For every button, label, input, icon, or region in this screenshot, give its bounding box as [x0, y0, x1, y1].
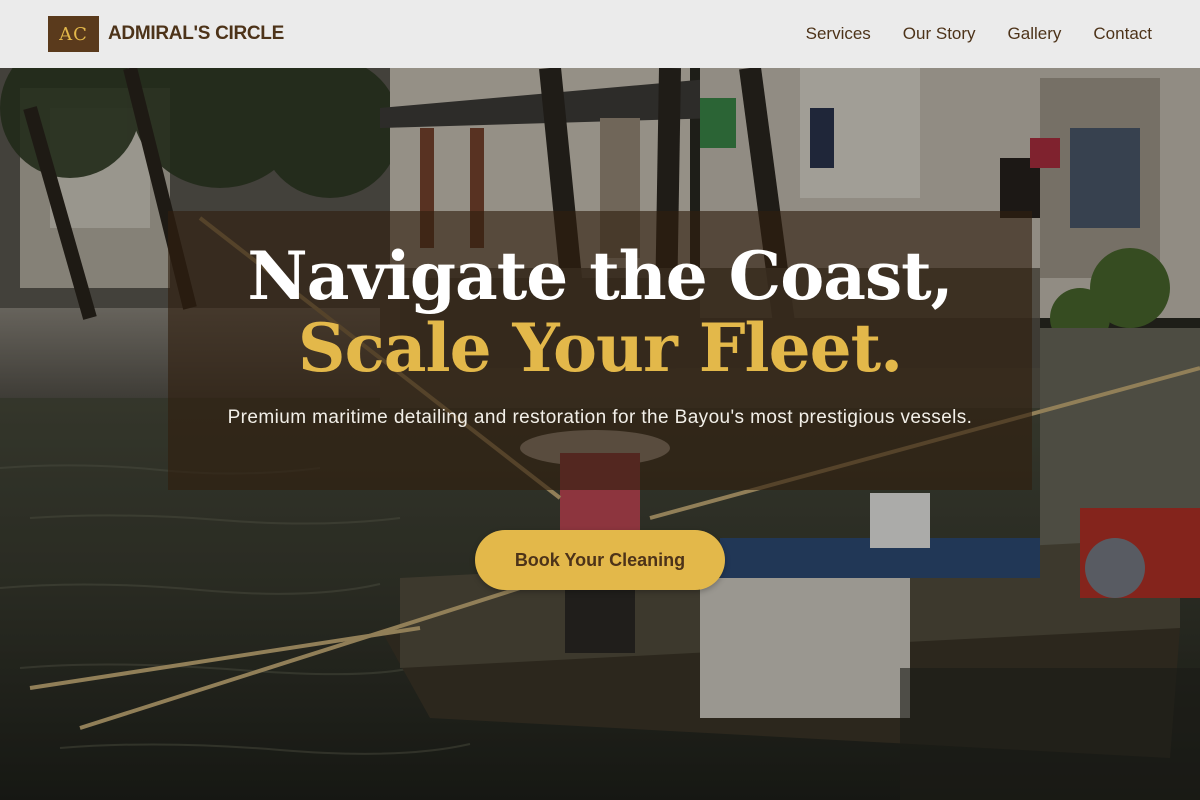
nav-link-contact[interactable]: Contact: [1093, 24, 1152, 44]
brand-logo-link[interactable]: AC ADMIRAL'S CIRCLE: [48, 16, 284, 52]
hero-headline-line1: Navigate the Coast,: [247, 237, 953, 315]
brand-name: ADMIRAL'S CIRCLE: [108, 23, 284, 44]
nav-link-services[interactable]: Services: [806, 24, 871, 44]
logo-mark: AC: [48, 16, 99, 52]
hero-subtitle: Premium maritime detailing and restorati…: [227, 407, 973, 428]
nav-link-our-story[interactable]: Our Story: [903, 24, 976, 44]
book-cleaning-button[interactable]: Book Your Cleaning: [475, 530, 725, 590]
main-nav: Services Our Story Gallery Contact: [806, 24, 1152, 44]
nav-link-gallery[interactable]: Gallery: [1008, 24, 1062, 44]
site-header: AC ADMIRAL'S CIRCLE Services Our Story G…: [0, 0, 1200, 68]
hero-headline: Navigate the Coast, Scale Your Fleet.: [0, 240, 1200, 384]
hero-headline-line2: Scale Your Fleet.: [297, 309, 903, 387]
